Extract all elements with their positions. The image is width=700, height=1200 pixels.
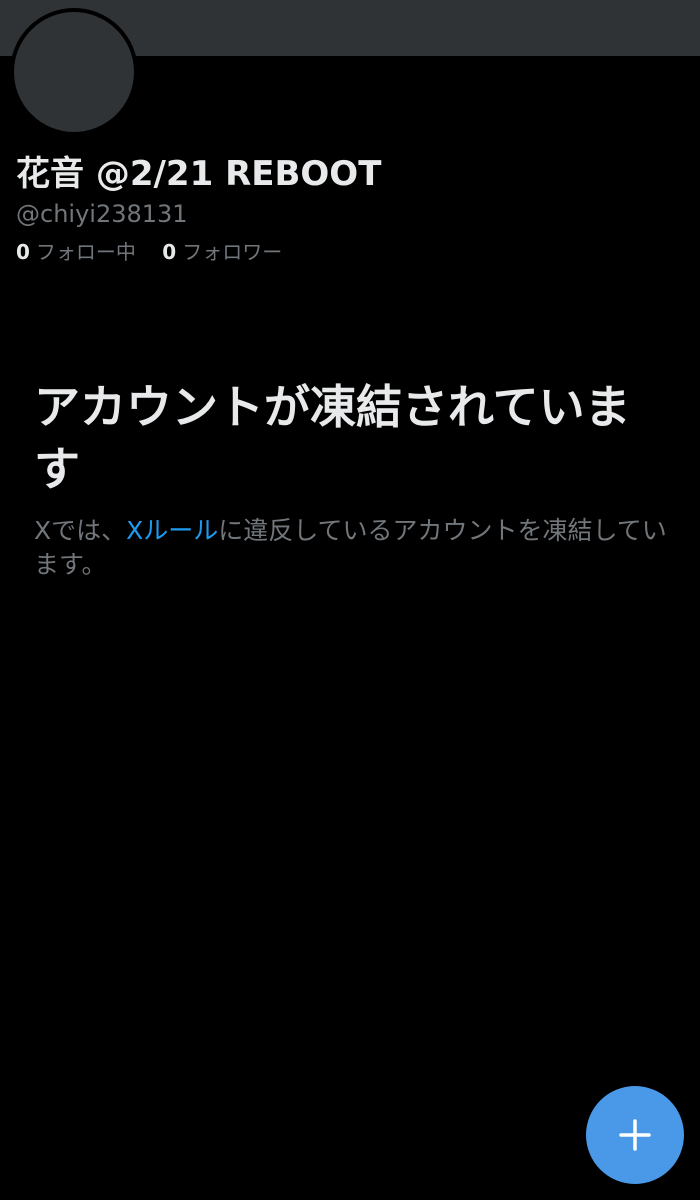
profile-page: 花音 @2/21 REBOOT @chiyi238131 0 フォロー中 0 フォロ… xyxy=(0,0,700,1200)
x-rules-link[interactable]: Xルール xyxy=(126,516,218,545)
followers-count: 0 xyxy=(162,240,177,264)
avatar[interactable] xyxy=(10,8,138,136)
followers-stat[interactable]: 0 フォロワー xyxy=(162,238,282,266)
compose-post-button[interactable] xyxy=(586,1086,684,1184)
following-stat[interactable]: 0 フォロー中 xyxy=(16,238,136,266)
suspended-description: Xでは、Xルールに違反しているアカウントを凍結しています。 xyxy=(34,514,674,582)
suspended-text-before: Xでは、 xyxy=(34,516,127,545)
followers-label: フォロワー xyxy=(182,240,283,264)
display-name: 花音 @2/21 REBOOT xyxy=(16,154,382,194)
following-count: 0 xyxy=(16,240,30,264)
suspended-notice: アカウントが凍結されています Xでは、Xルールに違反しているアカウントを凍結して… xyxy=(34,376,674,582)
follow-stats: 0 フォロー中 0 フォロワー xyxy=(16,238,676,266)
following-label: フォロー中 xyxy=(35,240,136,264)
profile-info: 花音 @2/21 REBOOT @chiyi238131 0 フォロー中 0 フォロ… xyxy=(16,152,676,266)
plus-icon xyxy=(619,1119,651,1151)
suspended-title: アカウントが凍結されています xyxy=(34,380,631,496)
user-handle: @chiyi238131 xyxy=(16,200,188,228)
